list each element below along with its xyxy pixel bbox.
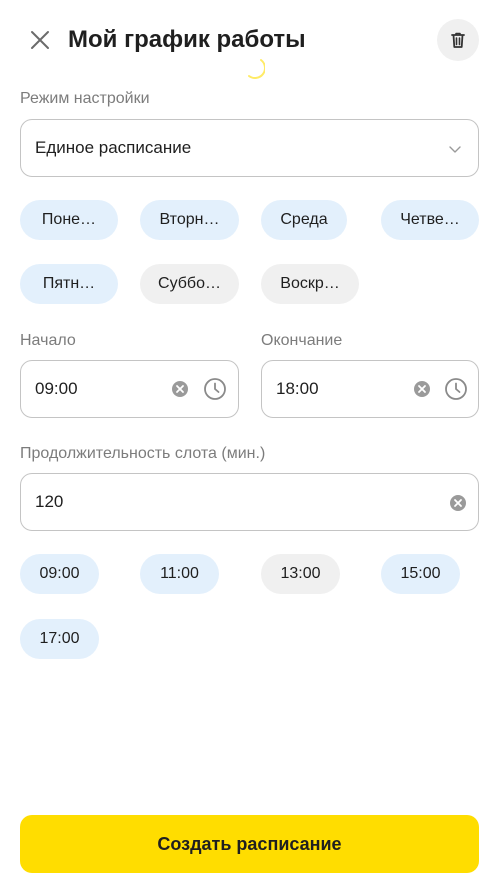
slot-chip[interactable]: 13:00 [261, 554, 340, 594]
slot-chip-label: 11:00 [160, 565, 199, 582]
schedule-mode-value: Единое расписание [35, 138, 192, 157]
slot-duration-value: 120 [35, 492, 64, 511]
slot-chip[interactable]: 15:00 [381, 554, 460, 594]
clock-icon [445, 378, 467, 400]
trash-icon [451, 32, 465, 48]
page-title: Мой график работы [68, 26, 306, 53]
slot-chip-label: 17:00 [39, 630, 80, 647]
create-schedule-button[interactable]: Создать расписание [20, 815, 479, 873]
close-button[interactable] [28, 28, 52, 52]
slot-duration-label: Продолжительность слота (мин.) [20, 445, 266, 462]
day-chip-label: Суббо… [158, 275, 221, 292]
clear-icon [450, 495, 466, 511]
end-time-field[interactable]: 18:00 [261, 360, 479, 418]
day-chip-thursday[interactable]: Четве… [381, 200, 479, 240]
schedule-mode-label: Режим настройки [20, 90, 150, 107]
day-chip-label: Вторн… [159, 211, 220, 228]
day-chip-label: Воскр… [280, 275, 340, 292]
day-chip-wednesday[interactable]: Среда [261, 200, 347, 240]
slot-chip-label: 09:00 [39, 565, 80, 582]
day-chip-label: Поне… [41, 211, 97, 228]
end-time-label: Окончание [261, 332, 343, 349]
close-icon [31, 31, 49, 49]
start-time-field[interactable]: 09:00 [20, 360, 239, 418]
clear-icon [172, 381, 188, 397]
clear-icon [414, 381, 430, 397]
chevron-down-icon [449, 146, 461, 153]
slot-duration-field[interactable]: 120 [20, 473, 479, 531]
slot-chip[interactable]: 17:00 [20, 619, 99, 659]
header: Мой график работы [0, 12, 497, 79]
day-chip-friday[interactable]: Пятн… [20, 264, 118, 304]
slot-chip[interactable]: 09:00 [20, 554, 99, 594]
delete-button[interactable] [437, 19, 479, 61]
day-chip-tuesday[interactable]: Вторн… [140, 200, 239, 240]
day-chip-monday[interactable]: Поне… [20, 200, 118, 240]
slot-chip[interactable]: 11:00 [140, 554, 219, 594]
day-chip-sunday[interactable]: Воскр… [261, 264, 359, 304]
day-chip-saturday[interactable]: Суббо… [140, 264, 239, 304]
slot-chip-label: 15:00 [400, 565, 441, 582]
day-chip-label: Четве… [400, 211, 460, 228]
start-time-value: 09:00 [35, 379, 78, 398]
start-time-label: Начало [20, 332, 76, 349]
day-chip-label: Пятн… [42, 275, 96, 292]
clock-icon [204, 378, 226, 400]
clear-start-button[interactable] [171, 380, 189, 398]
end-time-picker-button[interactable] [444, 377, 468, 401]
slot-chip-label: 13:00 [280, 565, 321, 582]
schedule-mode-select[interactable]: Единое расписание [20, 119, 479, 177]
day-chip-label: Среда [280, 211, 328, 228]
end-time-value: 18:00 [276, 379, 319, 398]
clear-slot-button[interactable] [449, 494, 467, 512]
loading-spinner-icon [248, 59, 265, 79]
clear-end-button[interactable] [413, 380, 431, 398]
start-time-picker-button[interactable] [203, 377, 227, 401]
